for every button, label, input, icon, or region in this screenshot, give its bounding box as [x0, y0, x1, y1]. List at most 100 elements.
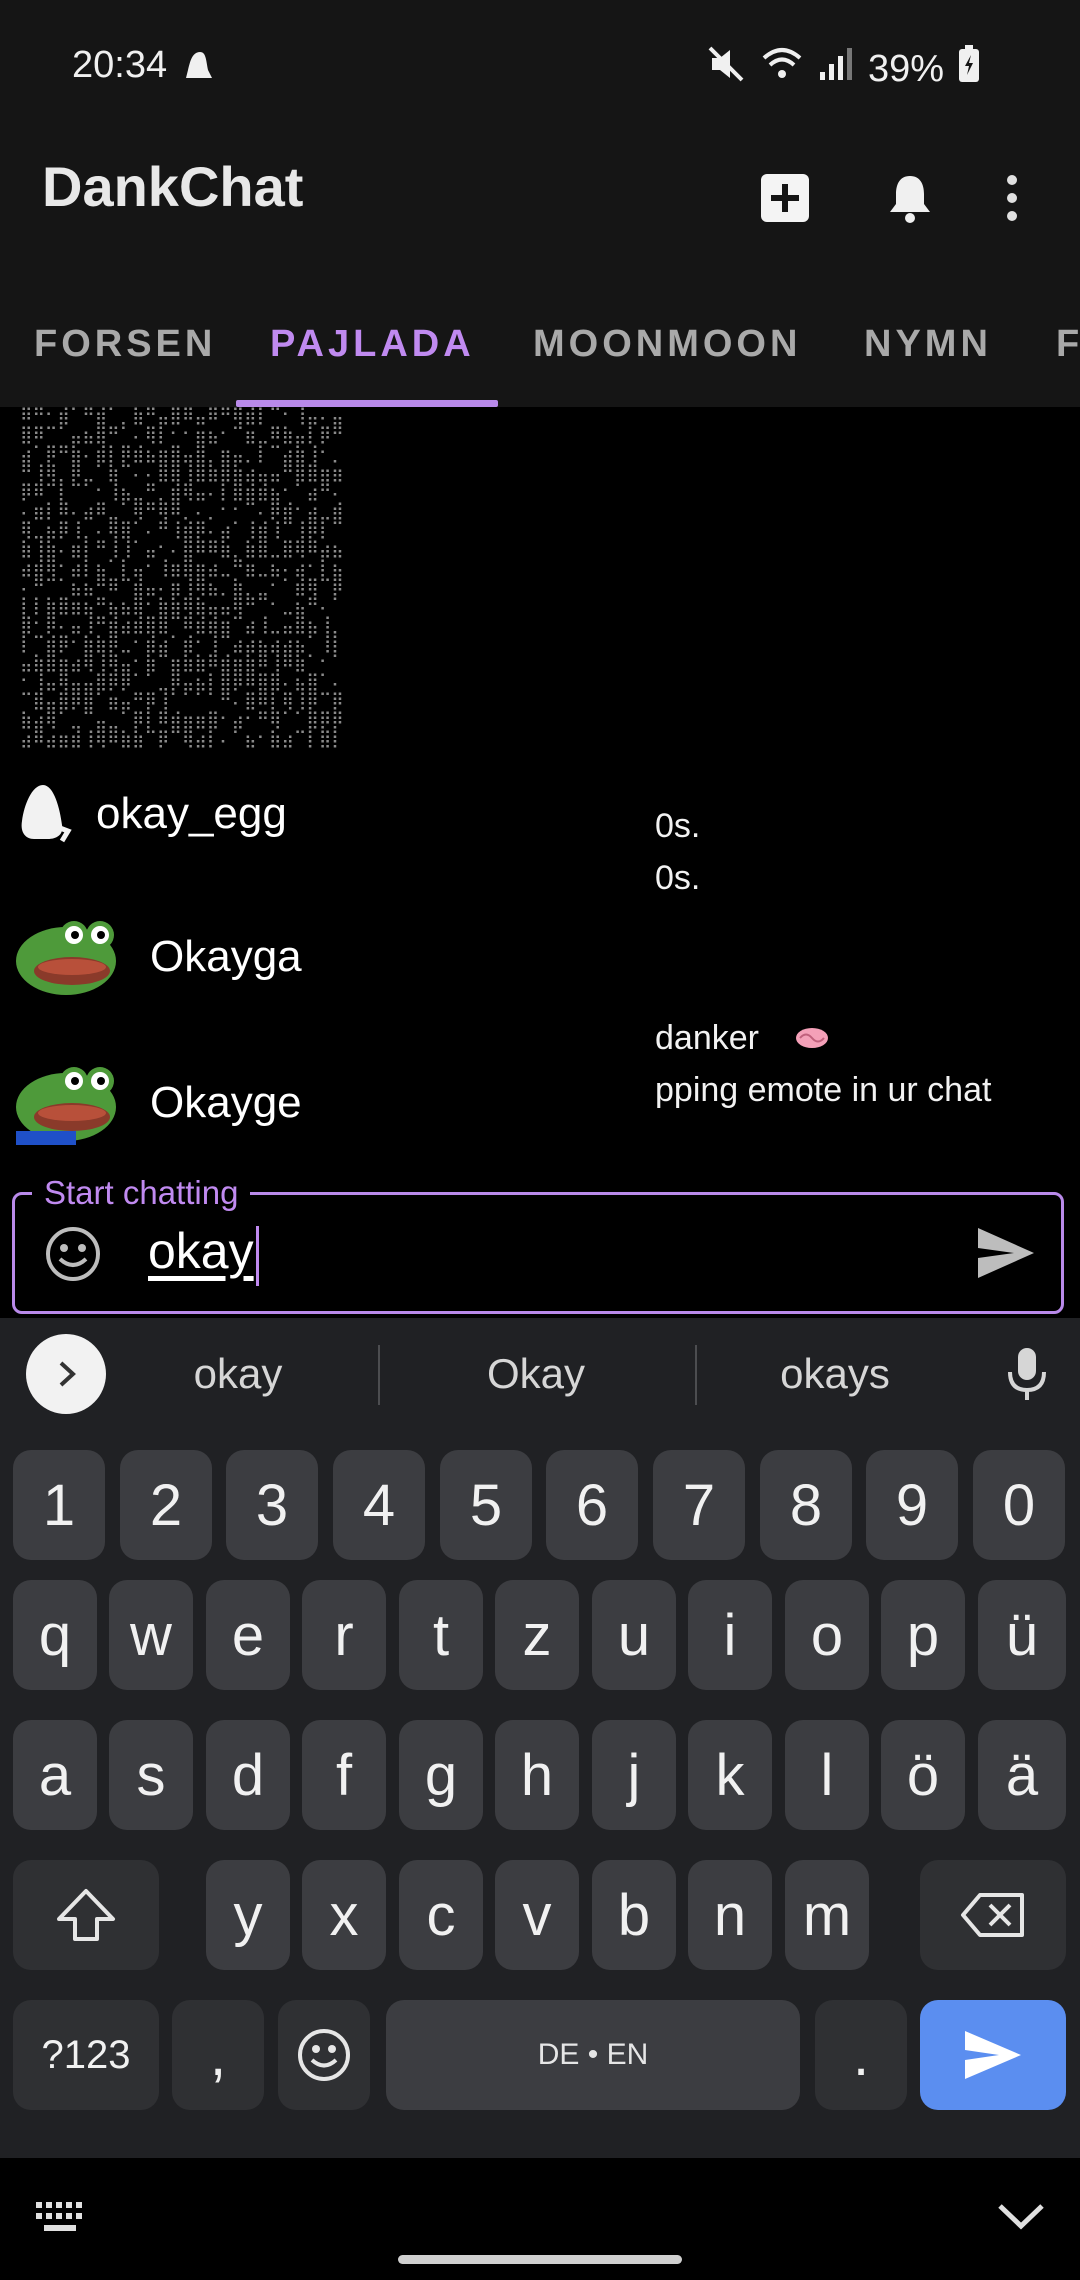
- key-v[interactable]: v: [495, 1860, 579, 1970]
- emote-picker-button[interactable]: [44, 1225, 102, 1288]
- smiley-icon: [46, 1227, 100, 1281]
- key-9[interactable]: 9: [866, 1450, 958, 1560]
- shift-key[interactable]: [13, 1860, 159, 1970]
- key-a-umlaut[interactable]: ä: [978, 1720, 1066, 1830]
- key-3[interactable]: 3: [226, 1450, 318, 1560]
- space-key[interactable]: DE • EN: [386, 2000, 800, 2110]
- mentions-button[interactable]: [870, 158, 950, 238]
- pepe-emote-icon: [12, 1057, 122, 1150]
- key-8[interactable]: 8: [760, 1450, 852, 1560]
- hide-keyboard-button[interactable]: [996, 2200, 1046, 2239]
- key-x[interactable]: x: [302, 1860, 386, 1970]
- key-1[interactable]: 1: [13, 1450, 105, 1560]
- key-p[interactable]: p: [881, 1580, 965, 1690]
- input-hint-label: Start chatting: [32, 1174, 251, 1212]
- text-cursor: [256, 1226, 259, 1286]
- chat-input-field[interactable]: okay: [148, 1222, 254, 1280]
- key-7[interactable]: 7: [653, 1450, 745, 1560]
- key-w[interactable]: w: [109, 1580, 193, 1690]
- keyboard-send-key[interactable]: [920, 2000, 1066, 2110]
- send-icon: [978, 1228, 1034, 1278]
- keyboard-switch-button[interactable]: [34, 2200, 88, 2239]
- signal-icon: [818, 44, 854, 94]
- chat-message-text: danker: [655, 1019, 759, 1057]
- key-0[interactable]: 0: [973, 1450, 1065, 1560]
- app-bar: DankChat: [0, 130, 1080, 282]
- chevron-down-icon: [998, 2204, 1044, 2230]
- key-b[interactable]: b: [592, 1860, 676, 1970]
- key-g[interactable]: g: [399, 1720, 483, 1830]
- tab-nymn[interactable]: NYMN: [864, 282, 992, 407]
- suggestion-okayge[interactable]: Okayge: [0, 1033, 655, 1173]
- key-t[interactable]: t: [399, 1580, 483, 1690]
- keyboard-suggestion[interactable]: okays: [685, 1318, 985, 1430]
- status-bar: 20:34 39%: [0, 0, 1080, 130]
- key-k[interactable]: k: [688, 1720, 772, 1830]
- keyboard-suggestion[interactable]: Okay: [386, 1318, 686, 1430]
- mute-icon: [706, 44, 746, 94]
- comma-key[interactable]: ,: [172, 2000, 264, 2110]
- key-s[interactable]: s: [109, 1720, 193, 1830]
- brain-emote-icon: [794, 1021, 830, 1060]
- chat-message: danker: [655, 1019, 830, 1060]
- key-c[interactable]: c: [399, 1860, 483, 1970]
- key-y[interactable]: y: [206, 1860, 290, 1970]
- chat-messages[interactable]: ⠿⠛⠂⣾⠁⠛⣾⠁⡀⣷⠛⣤⣿⠿⣤⠿⠛⢿⣾⡇⠉⠂⢸⣤⠄⣤ ⣿⠿⠉⠁⣤⣦⣿⠛⠁⠄⢿⡇⠂…: [0, 407, 1080, 1187]
- key-a[interactable]: a: [13, 1720, 97, 1830]
- keyboard-suggestion[interactable]: okay: [88, 1318, 388, 1430]
- key-n[interactable]: n: [688, 1860, 772, 1970]
- suggestion-label: okay_egg: [96, 789, 287, 838]
- wifi-icon: [760, 44, 804, 94]
- key-o-umlaut[interactable]: ö: [881, 1720, 965, 1830]
- app-title: DankChat: [42, 155, 304, 218]
- key-l[interactable]: l: [785, 1720, 869, 1830]
- key-z[interactable]: z: [495, 1580, 579, 1690]
- add-channel-button[interactable]: [745, 158, 825, 238]
- status-time: 20:34: [72, 44, 168, 86]
- suggestion-label: Okayga: [150, 932, 302, 981]
- key-2[interactable]: 2: [120, 1450, 212, 1560]
- key-e[interactable]: e: [206, 1580, 290, 1690]
- channel-tabs: FORSEN PAJLADA MOONMOON NYMN F: [0, 282, 1080, 407]
- suggestion-okay-egg[interactable]: okay_egg: [0, 744, 655, 884]
- emoji-key[interactable]: [278, 2000, 370, 2110]
- key-r[interactable]: r: [302, 1580, 386, 1690]
- tab-more[interactable]: F: [1056, 282, 1080, 407]
- emoji-icon: [298, 2029, 350, 2081]
- key-u[interactable]: u: [592, 1580, 676, 1690]
- more-vert-icon: [1007, 175, 1017, 221]
- tab-indicator: [236, 400, 498, 407]
- suggestion-divider: [378, 1345, 380, 1405]
- pepe-emote-icon: [12, 911, 122, 1004]
- period-key[interactable]: .: [815, 2000, 907, 2110]
- plus-box-icon: [761, 174, 809, 222]
- send-message-button[interactable]: [976, 1226, 1036, 1285]
- backspace-key[interactable]: [920, 1860, 1066, 1970]
- key-h[interactable]: h: [495, 1720, 579, 1830]
- key-i[interactable]: i: [688, 1580, 772, 1690]
- overflow-menu-button[interactable]: [982, 158, 1042, 238]
- key-4[interactable]: 4: [333, 1450, 425, 1560]
- symbols-key[interactable]: ?123: [13, 2000, 159, 2110]
- tab-moonmoon[interactable]: MOONMOON: [533, 282, 801, 407]
- tab-forsen[interactable]: FORSEN: [34, 282, 216, 407]
- key-q[interactable]: q: [13, 1580, 97, 1690]
- home-gesture-bar[interactable]: [398, 2255, 682, 2264]
- key-j[interactable]: j: [592, 1720, 676, 1830]
- key-5[interactable]: 5: [440, 1450, 532, 1560]
- key-d[interactable]: d: [206, 1720, 290, 1830]
- key-f[interactable]: f: [302, 1720, 386, 1830]
- chat-message: pping emote in ur chat: [655, 1071, 992, 1109]
- microphone-icon: [1008, 1348, 1046, 1400]
- suggestion-okayga[interactable]: Okayga: [0, 887, 655, 1027]
- key-u-umlaut[interactable]: ü: [978, 1580, 1066, 1690]
- key-o[interactable]: o: [785, 1580, 869, 1690]
- shift-arrow-icon: [57, 1889, 115, 1941]
- chevron-right-icon: [59, 1361, 76, 1387]
- backspace-icon: [961, 1893, 1024, 1937]
- tab-pajlada[interactable]: PAJLADA: [270, 282, 475, 407]
- suggestion-label: Okayge: [150, 1078, 302, 1127]
- voice-input-button[interactable]: [1004, 1346, 1050, 1407]
- key-m[interactable]: m: [785, 1860, 869, 1970]
- key-6[interactable]: 6: [546, 1450, 638, 1560]
